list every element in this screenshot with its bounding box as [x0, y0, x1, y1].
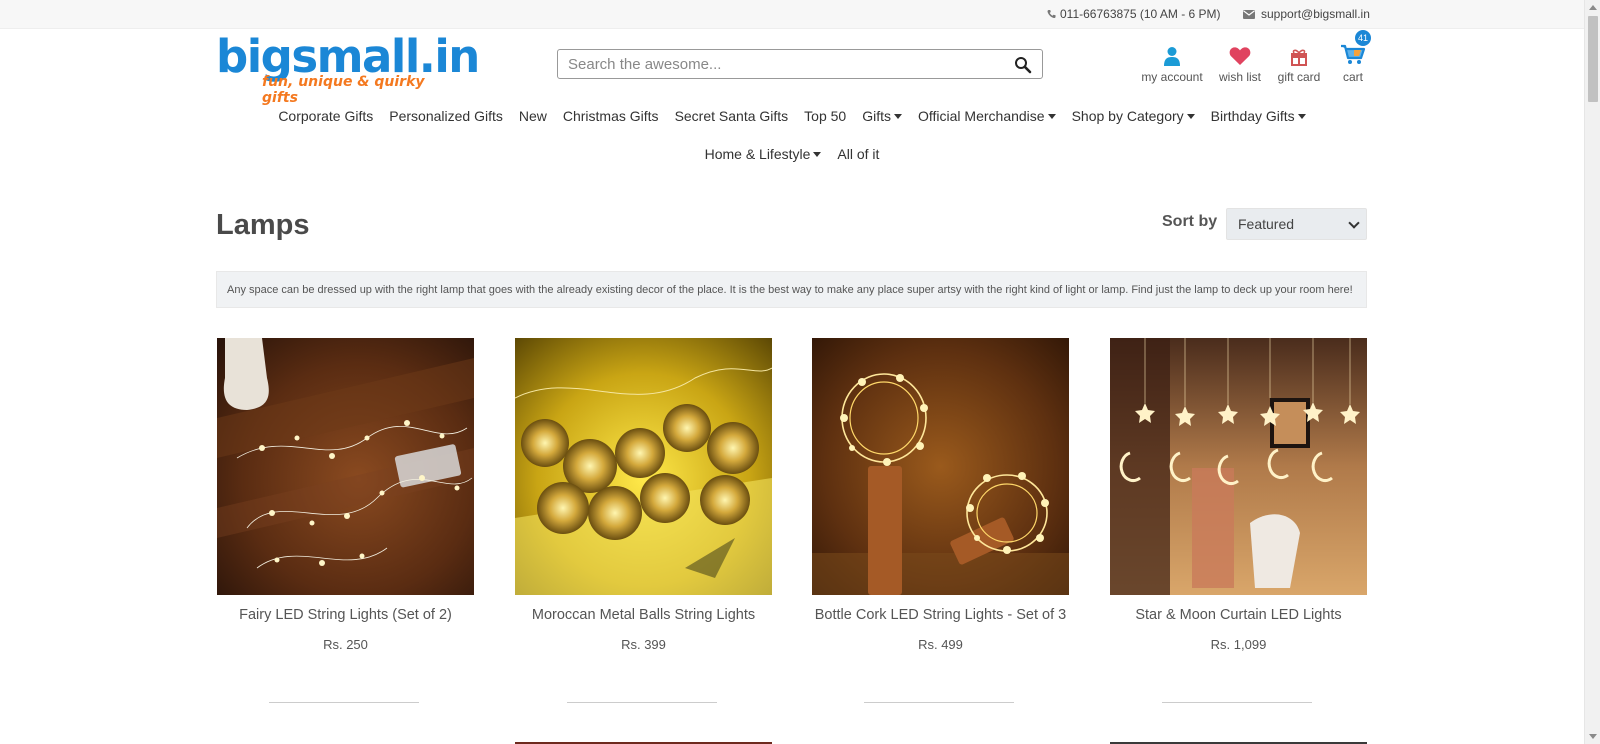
- page-scrollbar[interactable]: [1584, 0, 1600, 744]
- nav-label: Official Merchandise: [918, 108, 1045, 124]
- nav-label: All of it: [837, 146, 880, 162]
- my-account-link[interactable]: my account: [1141, 42, 1203, 84]
- phone-number: 011-66763875 (10 AM - 6 PM): [1060, 7, 1221, 21]
- nav-label: Shop by Category: [1071, 108, 1184, 124]
- nav-label: Home & Lifestyle: [704, 146, 811, 162]
- divider: [567, 702, 717, 703]
- sort-label: Sort by: [1162, 213, 1218, 230]
- nav-gifts[interactable]: Gifts: [854, 108, 910, 124]
- nav-label: Corporate Gifts: [278, 108, 374, 124]
- nav-shop-by-category[interactable]: Shop by Category: [1064, 108, 1203, 124]
- divider: [1162, 702, 1312, 703]
- nav-new[interactable]: New: [511, 108, 555, 124]
- main-nav-row-2: Home & Lifestyle All of it: [0, 146, 1584, 162]
- nav-all-of-it[interactable]: All of it: [829, 146, 887, 162]
- phone-contact[interactable]: 011-66763875 (10 AM - 6 PM): [1047, 7, 1221, 21]
- cart-count-badge: 41: [1355, 30, 1371, 46]
- category-description: Any space can be dressed up with the rig…: [216, 271, 1367, 308]
- product-image[interactable]: [812, 338, 1069, 595]
- divider: [269, 702, 419, 703]
- product-price: Rs. 1,099: [1210, 637, 1267, 652]
- nav-label: Top 50: [804, 108, 847, 124]
- product-price: Rs. 499: [918, 637, 963, 652]
- product-price: Rs. 250: [323, 637, 368, 652]
- nav-label: Gifts: [862, 108, 891, 124]
- heart-icon: [1229, 47, 1251, 65]
- wish-list-link[interactable]: wish list: [1215, 42, 1265, 84]
- site-logo[interactable]: bigsmall.in fun, unique & quirky gifts: [216, 32, 480, 107]
- nav-personalized-gifts[interactable]: Personalized Gifts: [381, 108, 511, 124]
- product-card[interactable]: Moroccan Metal Balls String Lights Rs. 3…: [515, 338, 772, 744]
- product-name[interactable]: Bottle Cork LED String Lights - Set of 3: [812, 607, 1069, 623]
- nav-label: Secret Santa Gifts: [674, 108, 789, 124]
- nav-top-50[interactable]: Top 50: [796, 108, 854, 124]
- caret-down-icon: [1186, 113, 1195, 119]
- nav-birthday-gifts[interactable]: Birthday Gifts: [1203, 108, 1314, 124]
- email-contact[interactable]: support@bigsmall.in: [1243, 7, 1370, 21]
- product-card[interactable]: Bottle Cork LED String Lights - Set of 3…: [812, 338, 1069, 703]
- product-name[interactable]: Moroccan Metal Balls String Lights: [515, 607, 772, 623]
- product-image[interactable]: [1110, 338, 1367, 595]
- wish-list-label: wish list: [1218, 70, 1261, 84]
- gift-card-label: gift card: [1277, 70, 1321, 84]
- nav-label: Personalized Gifts: [389, 108, 503, 124]
- sort-selected-value: Featured: [1238, 216, 1295, 232]
- product-image[interactable]: [515, 338, 772, 595]
- product-card[interactable]: Star & Moon Curtain LED Lights Rs. 1,099: [1110, 338, 1367, 744]
- page-title: Lamps: [216, 209, 310, 241]
- top-bar: 011-66763875 (10 AM - 6 PM) support@bigs…: [0, 0, 1584, 29]
- nav-christmas-gifts[interactable]: Christmas Gifts: [555, 108, 667, 124]
- logo-tagline: fun, unique & quirky gifts: [262, 74, 425, 106]
- envelope-icon: [1243, 9, 1255, 19]
- product-image[interactable]: [217, 338, 474, 595]
- scrollbar-thumb[interactable]: [1588, 16, 1598, 102]
- nav-official-merchandise[interactable]: Official Merchandise: [910, 108, 1064, 124]
- search-input[interactable]: [558, 50, 998, 78]
- caret-down-icon: [894, 113, 902, 119]
- cart-link[interactable]: 41 cart: [1335, 30, 1371, 84]
- caret-down-icon: [813, 151, 822, 157]
- product-name[interactable]: Fairy LED String Lights (Set of 2): [217, 607, 474, 623]
- scroll-down-arrow-icon[interactable]: [1589, 734, 1597, 739]
- chevron-down-icon: [1348, 217, 1360, 229]
- my-account-label: my account: [1141, 70, 1203, 84]
- search-box: [557, 49, 1043, 79]
- divider: [864, 702, 1014, 703]
- sort-select[interactable]: Featured: [1226, 208, 1367, 240]
- cart-icon: [1341, 44, 1366, 64]
- nav-home-lifestyle[interactable]: Home & Lifestyle: [697, 146, 830, 162]
- nav-label: New: [518, 108, 547, 124]
- gift-card-link[interactable]: gift card: [1274, 42, 1324, 84]
- caret-down-icon: [1047, 113, 1056, 119]
- caret-down-icon: [1297, 113, 1306, 119]
- phone-icon: [1047, 9, 1056, 18]
- main-nav: Corporate Gifts Personalized Gifts New C…: [0, 108, 1584, 124]
- nav-secret-santa-gifts[interactable]: Secret Santa Gifts: [667, 108, 797, 124]
- cart-label: cart: [1342, 70, 1363, 84]
- email-address: support@bigsmall.in: [1261, 7, 1370, 21]
- product-card[interactable]: Fairy LED String Lights (Set of 2) Rs. 2…: [217, 338, 474, 703]
- scroll-up-arrow-icon[interactable]: [1589, 5, 1597, 10]
- nav-label: Birthday Gifts: [1210, 108, 1295, 124]
- gift-icon: [1291, 49, 1307, 66]
- search-icon[interactable]: [1014, 56, 1032, 74]
- nav-label: Christmas Gifts: [562, 108, 659, 124]
- user-icon: [1164, 47, 1180, 66]
- product-name[interactable]: Star & Moon Curtain LED Lights: [1110, 607, 1367, 623]
- product-price: Rs. 399: [621, 637, 666, 652]
- nav-corporate-gifts[interactable]: Corporate Gifts: [270, 108, 381, 124]
